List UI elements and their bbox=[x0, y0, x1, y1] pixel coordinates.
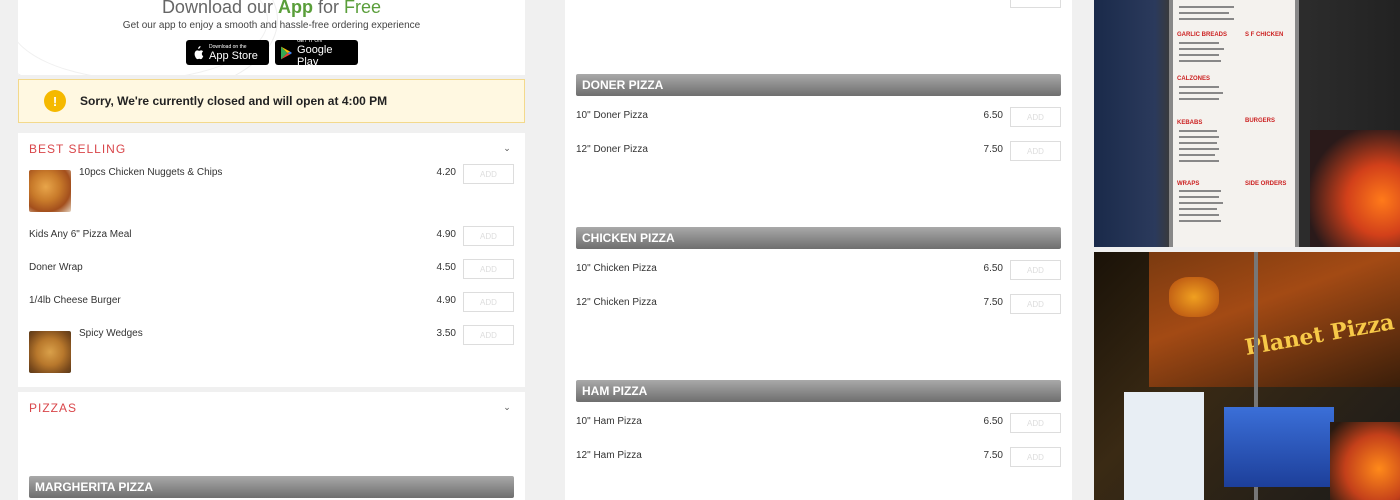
item-name: 10" Ham Pizza bbox=[576, 416, 642, 427]
menu-item-row: 10" Chicken Pizza 6.50 ADD bbox=[576, 260, 1061, 280]
item-price: 7.50 bbox=[983, 297, 1003, 308]
menu-item-row: 12" Ham Pizza 7.50 ADD bbox=[576, 447, 1061, 467]
item-name: 1/4lb Cheese Burger bbox=[29, 295, 121, 306]
closed-notice-text: Sorry, We're currently closed and will o… bbox=[80, 94, 388, 108]
category-banner: DONER PIZZA bbox=[576, 74, 1061, 96]
menu-item-row: 12" Chicken Pizza 7.50 ADD bbox=[576, 294, 1061, 314]
add-button[interactable]: ADD bbox=[1010, 447, 1061, 467]
google-play-icon bbox=[281, 46, 293, 59]
item-price: 6.50 bbox=[983, 110, 1003, 121]
item-price: 7.50 bbox=[983, 144, 1003, 155]
chevron-down-icon[interactable]: ⌄ bbox=[501, 143, 513, 155]
shop-menu-board-photo[interactable]: GARLIC BREADS S F CHICKEN CALZONES KEBAB… bbox=[1094, 0, 1400, 247]
section-heading: BEST SELLING bbox=[29, 142, 127, 156]
app-promo-subtitle: Get our app to enjoy a smooth and hassle… bbox=[122, 20, 421, 31]
app-store-button[interactable]: Download on the App Store bbox=[186, 40, 269, 65]
food-display bbox=[1310, 130, 1400, 247]
item-price: 3.50 bbox=[436, 328, 456, 339]
menu-item-row: Spicy Wedges 3.50 ADD bbox=[29, 325, 514, 345]
item-name: 10" Doner Pizza bbox=[576, 110, 648, 121]
shop-front-photo[interactable]: Planet Pizza bbox=[1094, 252, 1400, 500]
item-name: 10" Chicken Pizza bbox=[576, 263, 657, 274]
add-button[interactable]: ADD bbox=[1010, 294, 1061, 314]
category-banner: CHICKEN PIZZA bbox=[576, 227, 1061, 249]
app-promo-banner: Download our App for Free Get our app to… bbox=[18, 0, 525, 75]
left-column: Download our App for Free Get our app to… bbox=[18, 0, 525, 500]
menu-item-row: 1/4lb Cheese Burger 4.90 ADD bbox=[29, 292, 514, 312]
add-button[interactable]: ADD bbox=[1010, 413, 1061, 433]
menu-board: GARLIC BREADS S F CHICKEN CALZONES KEBAB… bbox=[1169, 0, 1299, 247]
add-button[interactable]: ADD bbox=[463, 259, 514, 279]
best-selling-section: BEST SELLING ⌄ 10pcs Chicken Nuggets & C… bbox=[18, 133, 525, 387]
warning-icon: ! bbox=[44, 90, 66, 112]
chevron-down-icon[interactable]: ⌄ bbox=[501, 402, 513, 414]
app-promo-title: Download our App for Free bbox=[161, 0, 382, 17]
category-banner: HAM PIZZA bbox=[576, 380, 1061, 402]
menu-item-row: 10" Doner Pizza 6.50 ADD bbox=[576, 107, 1061, 127]
add-button[interactable]: ADD bbox=[1010, 107, 1061, 127]
menu-item-row: 10" Ham Pizza 6.50 ADD bbox=[576, 413, 1061, 433]
add-button[interactable]: ADD bbox=[1010, 260, 1061, 280]
item-price: 4.90 bbox=[436, 295, 456, 306]
add-button[interactable]: ADD bbox=[463, 292, 514, 312]
add-button[interactable]: ADD bbox=[463, 164, 514, 184]
google-play-label: GET IT ON Google Play bbox=[297, 37, 333, 68]
item-name: 12" Doner Pizza bbox=[576, 144, 648, 155]
menu-item-row: 12" Doner Pizza 7.50 ADD bbox=[576, 141, 1061, 161]
add-button[interactable] bbox=[1010, 0, 1061, 8]
menu-item-row: Doner Wrap 4.50 ADD bbox=[29, 259, 514, 279]
closed-notice: ! Sorry, We're currently closed and will… bbox=[18, 79, 525, 123]
section-heading: PIZZAS bbox=[29, 401, 78, 415]
add-button[interactable]: ADD bbox=[463, 325, 514, 345]
google-play-button[interactable]: GET IT ON Google Play bbox=[275, 37, 358, 68]
food-display bbox=[1330, 422, 1400, 500]
item-name: 12" Chicken Pizza bbox=[576, 297, 657, 308]
item-price: 4.50 bbox=[436, 262, 456, 273]
add-button[interactable]: ADD bbox=[1010, 141, 1061, 161]
shop-window bbox=[1224, 407, 1334, 487]
menu-item-row: Kids Any 6" Pizza Meal 4.90 ADD bbox=[29, 226, 514, 246]
add-button[interactable]: ADD bbox=[463, 226, 514, 246]
menu-window bbox=[1124, 392, 1204, 500]
pizzas-section: PIZZAS ⌄ MARGHERITA PIZZA bbox=[18, 392, 525, 500]
menu-column: DONER PIZZA 10" Doner Pizza 6.50 ADD 12"… bbox=[565, 0, 1072, 500]
item-name: 12" Ham Pizza bbox=[576, 450, 642, 461]
item-name: 10pcs Chicken Nuggets & Chips bbox=[79, 167, 223, 178]
item-name: Kids Any 6" Pizza Meal bbox=[29, 229, 132, 240]
item-name: Spicy Wedges bbox=[79, 328, 143, 339]
category-banner: MARGHERITA PIZZA bbox=[29, 476, 514, 498]
apple-icon bbox=[194, 45, 204, 59]
item-price: 7.50 bbox=[983, 450, 1003, 461]
item-price: 4.20 bbox=[436, 167, 456, 178]
food-image bbox=[1169, 277, 1219, 317]
app-store-label: Download on the App Store bbox=[209, 43, 258, 62]
item-price: 4.90 bbox=[436, 229, 456, 240]
menu-item-row: 10pcs Chicken Nuggets & Chips 4.20 ADD bbox=[29, 164, 514, 184]
item-price: 6.50 bbox=[983, 416, 1003, 427]
item-name: Doner Wrap bbox=[29, 262, 83, 273]
item-price: 6.50 bbox=[983, 263, 1003, 274]
